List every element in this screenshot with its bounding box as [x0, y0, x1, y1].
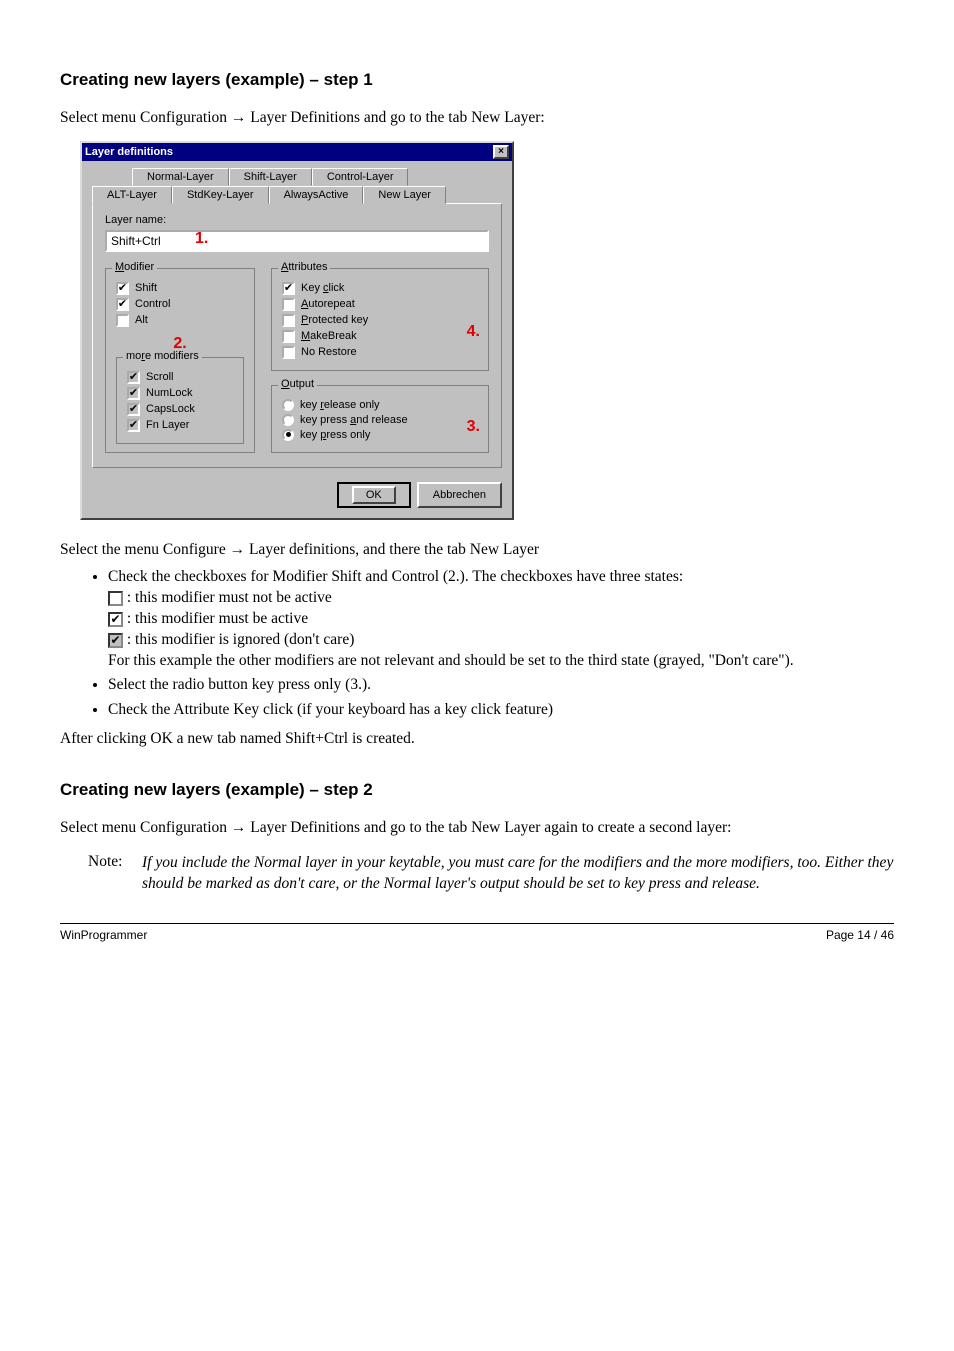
layer-name-input[interactable]: [105, 230, 489, 252]
checkbox-keyclick[interactable]: ✔ Key click: [282, 282, 478, 295]
group-output: Output key release only key press and re…: [271, 385, 489, 453]
heading-step2: Creating new layers (example) – step 2: [60, 780, 894, 800]
ok-button[interactable]: OK: [337, 482, 411, 508]
radio-key-press-and-release[interactable]: key press and release: [282, 414, 478, 426]
annotation-3: 3.: [467, 418, 480, 436]
dialog-titlebar: Layer definitions ×: [82, 143, 512, 161]
intro-para-2: Select menu Configuration → Layer Defini…: [60, 818, 894, 839]
note-label: Note:: [88, 853, 134, 895]
step-key-click: Check the Attribute Key click (if your k…: [108, 700, 894, 721]
checkbox-alt[interactable]: Alt: [116, 314, 244, 327]
checkbox-norestore[interactable]: No Restore: [282, 346, 478, 359]
note-text: If you include the Normal layer in your …: [142, 853, 894, 895]
checkbox-protectedkey[interactable]: Protected key: [282, 314, 478, 327]
arrow-glyph-3: →: [231, 819, 247, 836]
dialog-button-row: OK Abbrechen: [82, 476, 512, 518]
annotation-1: 1.: [195, 230, 208, 248]
cancel-button[interactable]: Abbrechen: [417, 482, 502, 508]
inline-cb-greyed: ✔: [108, 633, 123, 648]
footer-right: Page 14 / 46: [826, 928, 894, 942]
checkbox-shift[interactable]: ✔ Shift: [116, 282, 244, 295]
group-more-modifiers: more modifiers ✔ Scroll ✔ NumLock: [116, 357, 244, 444]
group-attributes: Attributes ✔ Key click Autorepeat: [271, 268, 489, 371]
steps-list: Check the checkboxes for Modifier Shift …: [60, 567, 894, 721]
arrow-glyph: →: [231, 109, 247, 126]
arrow-glyph-2: →: [230, 541, 246, 558]
group-modifier: Modifier ✔ Shift ✔ Control: [105, 268, 255, 453]
tab-strip: Normal-Layer Shift-Layer Control-Layer A…: [92, 167, 502, 468]
checkbox-autorepeat[interactable]: Autorepeat: [282, 298, 478, 311]
group-attributes-legend: Attributes: [278, 261, 330, 273]
steps-intro: Select the menu Configure → Layer defini…: [60, 540, 894, 561]
page-footer: WinProgrammer Page 14 / 46: [60, 923, 894, 942]
dialog-screenshot: Layer definitions × Normal-Layer Shift-L…: [80, 141, 894, 520]
tab-stdkey-layer[interactable]: StdKey-Layer: [172, 186, 269, 204]
heading-step1: Creating new layers (example) – step 1: [60, 70, 894, 90]
tab-normal-layer[interactable]: Normal-Layer: [132, 168, 229, 186]
footer-left: WinProgrammer: [60, 928, 147, 942]
group-modifier-legend: Modifier: [112, 261, 157, 273]
dialog-title: Layer definitions: [85, 146, 173, 158]
checkbox-makebreak[interactable]: MakeBreak: [282, 330, 478, 343]
intro1b: Layer Definitions and go to the tab New …: [250, 109, 544, 126]
after-ok-para: After clicking OK a new tab named Shift+…: [60, 729, 894, 750]
step-modifier-checkboxes: Check the checkboxes for Modifier Shift …: [108, 567, 894, 672]
step-key-press-only: Select the radio button key press only (…: [108, 675, 894, 696]
radio-key-press-only[interactable]: key press only: [282, 429, 478, 441]
close-icon[interactable]: ×: [493, 145, 509, 159]
checkbox-capslock[interactable]: ✔ CapsLock: [127, 403, 233, 416]
note-block: Note: If you include the Normal layer in…: [88, 853, 894, 895]
dialog-layer-definitions: Layer definitions × Normal-Layer Shift-L…: [80, 141, 514, 520]
checkbox-scroll[interactable]: ✔ Scroll: [127, 371, 233, 384]
tab-alwaysactive[interactable]: AlwaysActive: [269, 186, 364, 204]
tab-new-layer[interactable]: New Layer: [363, 186, 446, 204]
checkbox-control[interactable]: ✔ Control: [116, 298, 244, 311]
intro-para-1: Select menu Configuration → Layer Defini…: [60, 108, 894, 129]
layer-name-label: Layer name:: [105, 214, 489, 226]
tab-panel-new-layer: Layer name: 1. Modifier: [92, 203, 502, 468]
tab-shift-layer[interactable]: Shift-Layer: [229, 168, 312, 186]
tab-alt-layer[interactable]: ALT-Layer: [92, 186, 172, 204]
group-output-legend: Output: [278, 378, 317, 390]
checkbox-numlock[interactable]: ✔ NumLock: [127, 387, 233, 400]
inline-cb-unchecked: [108, 591, 123, 606]
checkbox-fnlayer[interactable]: ✔ Fn Layer: [127, 419, 233, 432]
radio-key-release-only[interactable]: key release only: [282, 399, 478, 411]
tab-control-layer[interactable]: Control-Layer: [312, 168, 409, 186]
intro1a: Select menu Configuration: [60, 109, 231, 126]
annotation-4: 4.: [467, 323, 480, 341]
inline-cb-checked: ✔: [108, 612, 123, 627]
more-modifiers-legend: more modifiers: [123, 350, 202, 362]
